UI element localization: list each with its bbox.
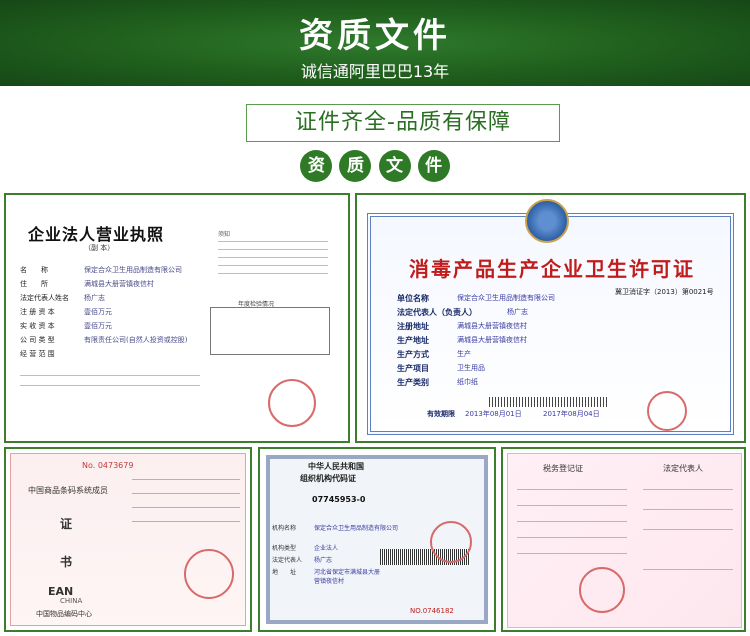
hygiene-row-value: 满城县大册营镇夜信村 (457, 336, 527, 344)
divider (643, 509, 733, 510)
hygiene-row-value: 纸巾纸 (457, 378, 478, 386)
cert4-row-label: 地 址 (272, 569, 297, 576)
divider (20, 385, 200, 386)
license-row-label: 公 司 类 型 (20, 336, 55, 344)
section-heading-circles: 资 质 文 件 (0, 150, 750, 184)
license-row-label: 名 称 (20, 266, 48, 274)
barcode-icon (489, 397, 609, 407)
divider (218, 265, 328, 266)
header-banner: 资质文件 诚信通阿里巴巴13年 (0, 0, 750, 86)
hygiene-row-label: 生产方式 (397, 350, 429, 359)
divider (643, 529, 733, 530)
divider (218, 257, 328, 258)
cert4-row-value: 保定合众卫生用品制造有限公司 (314, 525, 399, 532)
validity-from: 2013年08月01日 (465, 410, 522, 418)
license-annual-box (210, 307, 330, 355)
cert4-row-label: 机构名称 (272, 525, 297, 532)
page-subtitle: 诚信通阿里巴巴13年 (300, 62, 450, 81)
cert5-title2: 法定代表人 (663, 464, 703, 473)
license-row-label: 住 所 (20, 280, 48, 288)
divider (218, 249, 328, 250)
cert5-title: 税务登记证 (543, 464, 583, 473)
hygiene-row-value: 满城县大册营镇夜信村 (457, 322, 527, 330)
slogan-box: 证件齐全-品质有保障 (246, 104, 560, 142)
license-row-value: 保定合众卫生用品制造有限公司 (84, 266, 182, 274)
divider (132, 507, 240, 508)
license-row-value: 杨广志 (84, 294, 105, 302)
divider (20, 375, 200, 376)
validity-to: 2017年08月04日 (543, 410, 600, 418)
license-row-label: 法定代表人姓名 (20, 294, 69, 302)
divider (517, 505, 627, 506)
divider (218, 241, 328, 242)
license-row-value: 有限责任公司(自然人投资或控股) (84, 336, 188, 344)
organization-code-certificate-image[interactable]: 中华人民共和国 组织机构代码证 07745953-0 机构名称 保定合众卫生用品… (258, 447, 496, 632)
hygiene-row-label: 生产项目 (397, 364, 429, 373)
divider (132, 521, 240, 522)
license-row-value: 满城县大册营镇夜信村 (84, 280, 154, 288)
cert4-row-value: 河北省保定市满城县大册营镇夜信村 (314, 569, 381, 585)
circle-char: 文 (378, 150, 411, 182)
page-title: 资质文件 (299, 16, 451, 56)
barcode-member-certificate-image[interactable]: No. 0473679 中国商品条码系统成员 证 书 EAN CHINA 中国物… (4, 447, 252, 632)
emblem-icon (525, 199, 569, 243)
hygiene-license-image[interactable]: 消毒产品生产企业卫生许可证 冀卫消证字（2013）第0021号 单位名称 保定合… (355, 193, 746, 443)
circle-char: 资 (300, 150, 333, 182)
certificate-background (507, 453, 742, 628)
license-row-value: 壹佰万元 (84, 322, 112, 330)
divider (517, 489, 627, 490)
cert4-row-label: 机构类型 (272, 545, 297, 552)
license-title: 企业法人营业执照 (28, 225, 165, 244)
hygiene-row-label: 生产类别 (397, 378, 429, 387)
business-license-image[interactable]: 企业法人营业执照 （副 本） 名 称 保定合众卫生用品制造有限公司 住 所 满城… (4, 193, 350, 443)
cert4-row-label: 法定代表人 (272, 557, 303, 564)
cert4-number: NO.0746182 (410, 607, 454, 615)
red-seal-icon (579, 567, 625, 613)
cert4-head1: 中华人民共和国 (308, 462, 364, 471)
hygiene-license-title: 消毒产品生产企业卫生许可证 (409, 257, 695, 281)
red-seal-icon (268, 379, 316, 427)
hygiene-row-value: 保定合众卫生用品制造有限公司 (457, 294, 555, 302)
license-row-value: 壹佰万元 (84, 308, 112, 316)
red-seal-icon (430, 521, 472, 563)
hygiene-row-label: 单位名称 (397, 294, 429, 303)
divider (132, 479, 240, 480)
cert4-row-value: 杨广志 (314, 557, 333, 564)
validity-label: 有效期限 (427, 410, 455, 418)
license-row-label: 注 册 资 本 (20, 308, 55, 316)
divider (517, 553, 627, 554)
hygiene-license-no: 冀卫消证字（2013）第0021号 (615, 288, 714, 296)
divider (517, 537, 627, 538)
divider (517, 521, 627, 522)
divider (643, 489, 733, 490)
divider (132, 493, 240, 494)
hygiene-row-label: 注册地址 (397, 322, 429, 331)
cert3-number: No. 0473679 (82, 461, 134, 470)
circle-char: 件 (417, 150, 450, 182)
license-row-label: 实 收 资 本 (20, 322, 55, 330)
divider (218, 273, 328, 274)
cert3-big-char: 书 (60, 555, 73, 569)
cert3-center: 中国物品编码中心 (36, 610, 92, 618)
hygiene-row-label: 法定代表人（负责人） (397, 308, 477, 317)
license-notice-title: 须知 (218, 231, 231, 238)
tax-registration-certificate-image[interactable]: 税务登记证 法定代表人 (501, 447, 746, 632)
cert3-org: 中国商品条码系统成员 (28, 486, 108, 495)
hygiene-row-value: 卫生用品 (457, 364, 485, 372)
license-copy-label: （副 本） (84, 244, 115, 252)
red-seal-icon (184, 549, 234, 599)
hygiene-row-value: 杨广志 (507, 308, 528, 316)
cert4-code: 07745953-0 (312, 495, 366, 504)
divider (643, 569, 733, 570)
hygiene-row-label: 生产地址 (397, 336, 429, 345)
red-seal-icon (647, 391, 687, 431)
hygiene-row-value: 生产 (457, 350, 471, 358)
ean-logo-sub: CHINA (60, 597, 83, 605)
cert4-row-value: 企业法人 (314, 545, 339, 552)
cert4-head2: 组织机构代码证 (300, 474, 356, 483)
circle-char: 质 (339, 150, 372, 182)
cert3-big-char: 证 (60, 517, 73, 531)
license-row-label: 经 营 范 围 (20, 350, 55, 358)
